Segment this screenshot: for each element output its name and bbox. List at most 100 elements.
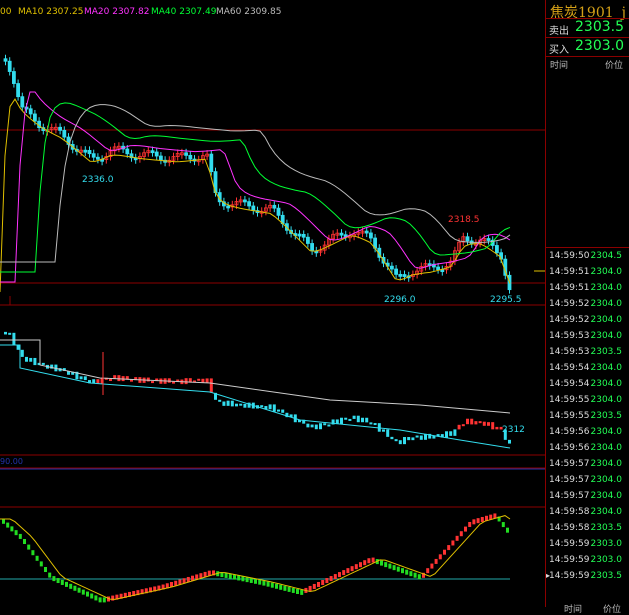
trade-row[interactable]: 14:59:54 2304.0 — [546, 377, 629, 393]
oscillator-bar — [18, 533, 22, 539]
secondary-candle — [491, 422, 495, 430]
oscillator-bar — [405, 569, 409, 575]
oscillator-bar — [325, 578, 329, 584]
secondary-candle — [272, 404, 276, 412]
trade-row[interactable]: 14:59:59 2303.0 — [546, 553, 629, 569]
secondary-candle — [117, 375, 121, 382]
low-annotation-1: 2336.0 — [82, 175, 114, 185]
secondary-candle — [457, 424, 461, 430]
oscillator-bar — [308, 585, 312, 591]
trade-row[interactable]: 14:59:59 2303.0 — [546, 537, 629, 553]
trade-row[interactable]: 14:59:56 2304.0 — [546, 425, 629, 441]
candle-body — [494, 245, 499, 254]
buy-row[interactable]: 买入 2303.0 — [546, 38, 629, 56]
trade-row[interactable]: 14:59:51 2304.0 — [546, 281, 629, 297]
candle-body — [301, 234, 306, 238]
oscillator-bar — [480, 516, 484, 522]
trade-row[interactable]: 14:59:51 2304.0 — [546, 265, 629, 281]
trade-time: 14:59:56 — [549, 443, 590, 453]
secondary-candle — [327, 424, 331, 427]
secondary-candle — [419, 435, 423, 440]
oscillator-bar — [350, 566, 354, 572]
oscillator-bar — [65, 581, 68, 587]
oscillator-bar — [413, 572, 417, 578]
trade-row[interactable]: 14:59:57 2304.0 — [546, 457, 629, 473]
trade-time: 14:59:51 — [549, 267, 590, 277]
trade-row[interactable]: 14:59:57 2304.0 — [546, 489, 629, 505]
secondary-candle — [41, 362, 45, 365]
oscillator-bar — [254, 578, 257, 584]
trade-row[interactable]: 14:59:53 2303.5 — [546, 345, 629, 361]
secondary-annotation: 2312 — [502, 425, 525, 435]
chart-area[interactable]: 00 MA10 2307.25 MA20 2307.82 MA40 2307.4… — [0, 0, 545, 607]
trade-time: 14:59:52 — [549, 315, 590, 325]
candle-body — [58, 126, 62, 131]
trade-row[interactable]: 14:59:53 2304.0 — [546, 329, 629, 345]
ma-line — [0, 102, 511, 273]
secondary-candle — [352, 415, 356, 419]
secondary-candle — [172, 381, 175, 384]
candle-body — [91, 153, 96, 158]
oscillator-bar — [312, 583, 316, 589]
oscillator-bar — [283, 585, 287, 591]
trade-time: 14:59:58 — [549, 507, 590, 517]
secondary-candle — [319, 423, 322, 430]
trade-row[interactable]: 14:59:54 2304.0 — [546, 361, 629, 377]
trade-row[interactable]: 14:59:55 2303.5 — [546, 409, 629, 425]
price-header: 价位 — [604, 61, 623, 71]
oscillator-bar — [86, 591, 89, 597]
oscillator-bar — [203, 571, 207, 577]
oscillator-bar — [447, 545, 451, 551]
secondary-candle — [394, 439, 398, 442]
candle-body — [96, 156, 100, 160]
secondary-candle — [146, 377, 150, 382]
oscillator-bar — [77, 587, 81, 593]
oscillator-bar — [451, 540, 455, 546]
trade-time: 14:59:55 — [549, 395, 590, 405]
oscillator-bar — [501, 522, 505, 528]
candle-body — [247, 201, 252, 207]
oscillator-bar — [35, 555, 39, 561]
secondary-candle — [20, 349, 24, 357]
oscillator-bar — [98, 597, 102, 603]
sell-row[interactable]: 卖出 2303.5 — [546, 19, 629, 37]
trade-price: 2304.0 — [590, 283, 623, 293]
trade-row[interactable]: ▸ 14:59:59 2303.5 — [546, 569, 629, 585]
trade-row[interactable]: 14:59:56 2304.0 — [546, 441, 629, 457]
oscillator-bar — [417, 574, 421, 580]
candle-body — [16, 83, 21, 98]
trade-row[interactable]: 14:59:50 2304.5 — [546, 249, 629, 265]
secondary-candle — [453, 429, 457, 436]
trade-row[interactable]: 14:59:58 2304.0 — [546, 505, 629, 521]
trade-price: 2304.0 — [590, 379, 623, 389]
secondary-candle — [474, 421, 478, 425]
secondary-candle — [495, 426, 499, 430]
oscillator-bar — [245, 577, 249, 583]
candle-body — [154, 151, 159, 157]
high-annotation-1: 2318.5 — [448, 215, 480, 225]
trade-row[interactable]: 14:59:52 2304.0 — [546, 313, 629, 329]
trade-price: 2303.5 — [590, 571, 623, 581]
secondary-candle — [239, 403, 243, 406]
oscillator-bar — [455, 535, 459, 541]
trade-row[interactable]: 14:59:55 2304.0 — [546, 393, 629, 409]
oscillator-bar — [266, 581, 270, 587]
oscillator-bar — [329, 576, 333, 582]
oscillator-bar — [90, 593, 94, 599]
secondary-candle — [205, 378, 209, 383]
bottom-header-price: 价位 — [602, 605, 621, 615]
trade-row[interactable]: 14:59:52 2304.0 — [546, 297, 629, 313]
oscillator-bar — [468, 521, 472, 527]
trade-row[interactable]: 14:59:57 2304.0 — [546, 473, 629, 489]
oscillator-bar — [367, 558, 371, 564]
secondary-candle — [365, 417, 369, 423]
trade-price: 2303.5 — [590, 411, 623, 421]
trade-row[interactable]: 14:59:58 2303.5 — [546, 521, 629, 537]
kline-chart[interactable]: 2336.0 2318.5 2296.0 2295.5 2312 90.00 — [0, 0, 545, 607]
secondary-candle — [323, 423, 327, 426]
oscillator-bar — [186, 576, 190, 582]
oscillator-bar — [384, 562, 388, 568]
secondary-candle — [478, 421, 482, 424]
oscillator-bar — [354, 564, 358, 570]
candle-body — [364, 230, 369, 234]
